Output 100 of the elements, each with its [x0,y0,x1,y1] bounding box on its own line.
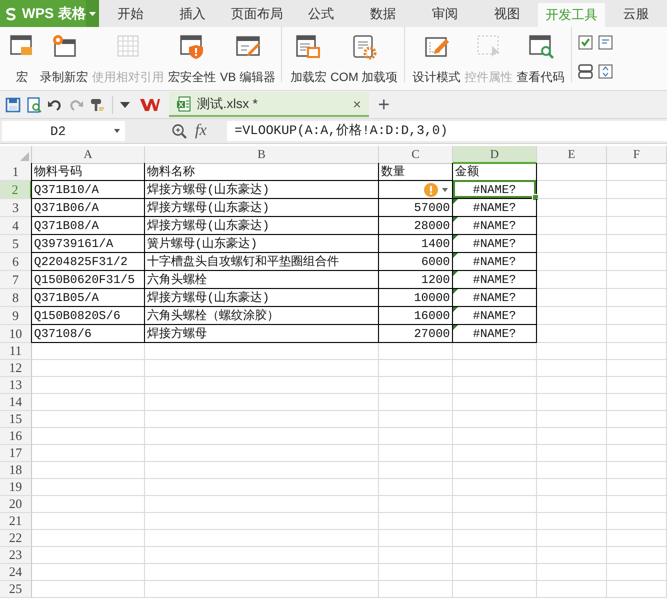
row-header[interactable]: 22 [0,530,32,547]
empty-cell[interactable] [537,343,607,360]
empty-cell[interactable] [607,199,667,217]
row-header[interactable]: 18 [0,462,32,479]
empty-cell[interactable] [145,564,379,581]
row-header[interactable]: 14 [0,394,32,411]
empty-cell[interactable] [537,307,607,325]
empty-cell[interactable] [537,271,607,289]
ribbon-button[interactable]: 宏 [6,31,38,86]
empty-cell[interactable] [537,235,607,253]
empty-cell[interactable] [607,445,667,462]
empty-cell[interactable] [145,428,379,445]
row-header[interactable]: 13 [0,377,32,394]
menu-tab[interactable]: 公式 [290,0,352,27]
empty-cell[interactable] [453,479,537,496]
empty-cell[interactable] [145,343,379,360]
empty-cell[interactable] [537,377,607,394]
empty-cell[interactable] [537,181,607,199]
empty-cell[interactable] [607,307,667,325]
list-icon[interactable] [578,64,593,78]
empty-cell[interactable] [453,343,537,360]
row-header[interactable]: 20 [0,496,32,513]
empty-cell[interactable] [145,547,379,564]
text-box-icon[interactable] [598,35,613,50]
empty-cell[interactable] [537,289,607,307]
empty-cell[interactable] [379,343,453,360]
row-header[interactable]: 19 [0,479,32,496]
row-header[interactable]: 11 [0,343,32,360]
empty-cell[interactable] [379,513,453,530]
column-header[interactable]: F [607,146,667,164]
close-button[interactable]: × [352,96,361,112]
empty-cell[interactable] [453,377,537,394]
empty-cell[interactable] [537,325,607,343]
empty-cell[interactable] [453,428,537,445]
empty-cell[interactable] [145,530,379,547]
row-header[interactable]: 7 [0,271,32,289]
empty-cell[interactable] [537,394,607,411]
row-header[interactable]: 10 [0,325,32,343]
row-header[interactable]: 21 [0,513,32,530]
new-tab-button[interactable]: + [378,94,390,114]
empty-cell[interactable] [607,289,667,307]
empty-cell[interactable] [607,462,667,479]
empty-cell[interactable] [607,479,667,496]
menu-tab[interactable]: 云服 [605,0,667,27]
empty-cell[interactable] [607,325,667,343]
empty-cell[interactable] [145,479,379,496]
empty-cell[interactable] [537,217,607,235]
empty-cell[interactable] [453,547,537,564]
empty-cell[interactable] [379,394,453,411]
empty-cell[interactable] [379,479,453,496]
empty-cell[interactable] [537,530,607,547]
empty-cell[interactable] [379,462,453,479]
empty-cell[interactable] [145,513,379,530]
empty-cell[interactable] [537,445,607,462]
empty-cell[interactable] [379,377,453,394]
menu-tab[interactable]: 数据 [352,0,414,27]
empty-cell[interactable] [379,581,453,598]
empty-cell[interactable] [145,377,379,394]
empty-cell[interactable] [145,462,379,479]
empty-cell[interactable] [607,217,667,235]
empty-cell[interactable] [379,547,453,564]
empty-cell[interactable] [379,411,453,428]
name-box[interactable]: D2 [2,121,125,141]
empty-cell[interactable] [607,496,667,513]
row-header[interactable]: 9 [0,307,32,325]
format-painter-icon[interactable] [89,96,105,112]
menu-tab[interactable]: 插入 [161,0,224,27]
row-header[interactable]: 6 [0,253,32,271]
select-all-icon[interactable] [20,152,29,161]
empty-cell[interactable] [607,360,667,377]
print-preview-icon[interactable] [26,96,42,112]
row-header[interactable]: 23 [0,547,32,564]
empty-cell[interactable] [607,394,667,411]
save-icon[interactable] [5,96,21,112]
row-header[interactable]: 16 [0,428,32,445]
formula-field[interactable]: =VLOOKUP(A:A,价格!A:D:D,3,0) [226,121,667,141]
empty-cell[interactable] [607,163,667,181]
document-tab[interactable]: 测试.xlsx * × [169,92,369,117]
empty-cell[interactable] [537,479,607,496]
empty-cell[interactable] [379,496,453,513]
column-header[interactable]: A [32,146,145,164]
empty-cell[interactable] [453,581,537,598]
empty-cell[interactable] [145,496,379,513]
empty-cell[interactable] [379,564,453,581]
column-header[interactable]: D [453,146,537,164]
empty-cell[interactable] [537,513,607,530]
empty-cell[interactable] [453,394,537,411]
ribbon-button[interactable]: 加载宏 [288,31,328,86]
row-header[interactable]: 1 [0,163,32,181]
empty-cell[interactable] [453,462,537,479]
row-header[interactable]: 5 [0,235,32,253]
empty-cell[interactable] [607,428,667,445]
empty-cell[interactable] [537,564,607,581]
wps-logo-icon[interactable] [140,98,160,112]
empty-cell[interactable] [537,462,607,479]
caret-icon[interactable] [120,102,130,108]
empty-cell[interactable] [145,445,379,462]
empty-cell[interactable] [607,377,667,394]
row-header[interactable]: 4 [0,217,32,235]
row-header[interactable]: 24 [0,564,32,581]
